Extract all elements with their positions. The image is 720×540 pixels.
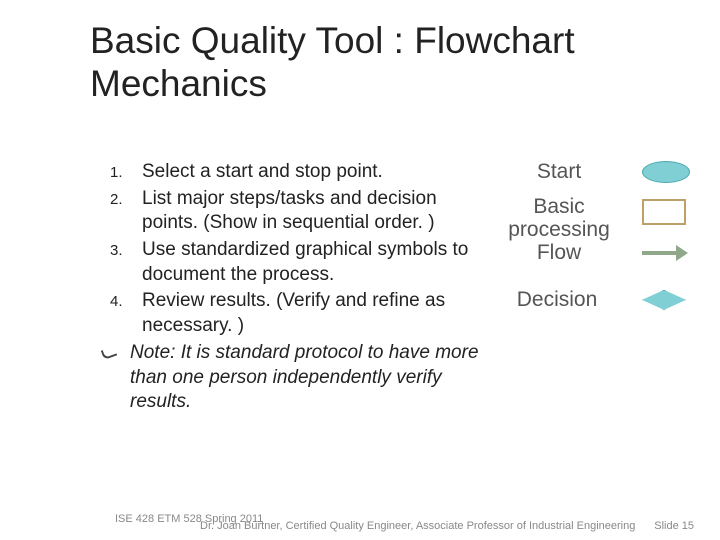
rectangle-icon bbox=[642, 199, 686, 225]
slide-title: Basic Quality Tool : Flowchart Mechanics bbox=[90, 20, 720, 105]
oval-icon bbox=[642, 161, 690, 183]
steps-list: Select a start and stop point. List majo… bbox=[110, 160, 490, 415]
step-4: Review results. (Verify and refine as ne… bbox=[110, 289, 490, 338]
step-3: Use standardized graphical symbols to do… bbox=[110, 238, 490, 287]
step-1: Select a start and stop point. bbox=[110, 160, 490, 185]
legend: Start Basic processing Flow Decision bbox=[490, 160, 690, 323]
legend-decision-label: Decision bbox=[490, 288, 624, 311]
slide-number: Slide 15 bbox=[654, 520, 694, 532]
legend-start-label: Start bbox=[490, 160, 628, 183]
diamond-icon bbox=[638, 289, 690, 311]
footer-author: Dr. Joan Burtner, Certified Quality Engi… bbox=[200, 520, 635, 532]
arrow-icon bbox=[642, 243, 690, 263]
note: Note: It is standard protocol to have mo… bbox=[110, 341, 490, 415]
legend-basic-label: Basic processing Flow bbox=[490, 195, 628, 264]
step-2: List major steps/tasks and decision poin… bbox=[110, 187, 490, 236]
